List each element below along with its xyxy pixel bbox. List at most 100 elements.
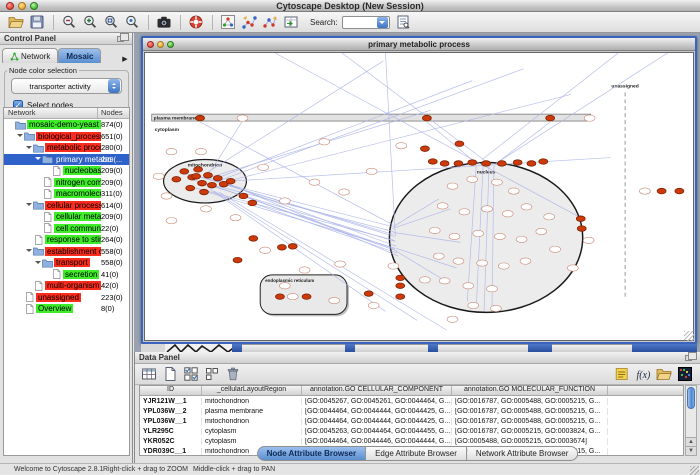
tree-row-cellular-process[interactable]: cellular process614(0) xyxy=(4,200,129,212)
float-panel-icon[interactable] xyxy=(117,36,124,42)
table-col-header[interactable]: _cellularLayoutRegion xyxy=(202,386,302,395)
group-title: Node color selection xyxy=(7,66,79,75)
destroy-network-icon[interactable] xyxy=(261,13,280,32)
network-node-unexpressed xyxy=(166,148,177,154)
tree-row-cellular-metabo[interactable]: cellular metabo209(0) xyxy=(4,211,129,223)
table-row[interactable]: YKR052Ccytoplasm[GO:0044464, GO:0044446,… xyxy=(140,436,683,446)
network-view-window[interactable]: primary metabolic process plasma membran… xyxy=(141,36,697,344)
view-window-title: primary metabolic process xyxy=(143,40,695,49)
view-resize-grip[interactable] xyxy=(684,331,694,341)
network-node-unexpressed xyxy=(335,261,346,267)
tree-row-secretion[interactable]: secretion41(0) xyxy=(4,269,129,281)
table-scrollbar[interactable]: ▲ ▼ xyxy=(685,385,697,456)
tree-expander-icon[interactable] xyxy=(34,155,42,163)
network-overview-icon[interactable] xyxy=(219,13,238,32)
network-node xyxy=(249,236,258,242)
tab-network[interactable]: Network xyxy=(2,48,58,63)
network-node xyxy=(192,174,201,180)
toolbar-separator xyxy=(212,15,213,30)
open-file-icon[interactable] xyxy=(7,13,26,32)
function-builder-icon[interactable]: f(x) xyxy=(634,365,653,384)
table-row[interactable]: YPL036W__2plasma membrane[GO:0044464, GO… xyxy=(140,406,683,416)
apply-layout-icon[interactable] xyxy=(240,13,259,32)
tree-row-nitrogen-compo[interactable]: nitrogen compo209(0) xyxy=(4,177,129,189)
scrollbar-thumb[interactable] xyxy=(687,387,695,409)
tree-row-node-count: 264(0) xyxy=(101,235,123,244)
tree-col-nodes[interactable]: Nodes xyxy=(98,108,129,118)
network-node xyxy=(302,294,311,300)
float-data-panel-icon[interactable] xyxy=(685,355,692,361)
attribute-table-header: ID_cellularLayoutRegionannotation.GO CEL… xyxy=(140,386,683,396)
tree-row-overview[interactable]: Overview8(0) xyxy=(4,303,129,315)
zoom-out-icon[interactable] xyxy=(60,13,79,32)
tree-row-primary-metabo[interactable]: primary metabo209(... xyxy=(4,154,129,166)
attribute-select-icon[interactable] xyxy=(140,365,159,384)
tree-row-biological-process[interactable]: biological_process651(0) xyxy=(4,131,129,143)
tab-node-attribute-browser[interactable]: Node Attribute Browser xyxy=(257,446,367,461)
select-all-attributes-icon[interactable] xyxy=(182,365,201,384)
tree-expander-icon[interactable] xyxy=(34,259,42,267)
tab-mosaic[interactable]: Mosaic xyxy=(58,48,101,63)
search-dropdown-icon[interactable] xyxy=(377,17,388,28)
tree-expander-icon[interactable] xyxy=(25,201,33,209)
network-node xyxy=(196,115,205,121)
zoom-selected-icon[interactable] xyxy=(123,13,142,32)
attribute-notes-icon[interactable] xyxy=(613,365,632,384)
window-titlebar: Cytoscape Desktop (New Session) xyxy=(0,0,700,12)
tree-expander-icon[interactable] xyxy=(16,132,24,140)
table-col-header[interactable]: annotation.GO CELLULAR_COMPONENT xyxy=(302,386,452,395)
tree-row-establishment-of-lo[interactable]: establishment of lo558(0) xyxy=(4,246,129,258)
save-session-icon[interactable] xyxy=(28,13,47,32)
node-color-dropdown[interactable]: transporter activity xyxy=(11,78,122,94)
network-node xyxy=(422,115,431,121)
view-window-titlebar[interactable]: primary metabolic process xyxy=(143,38,695,51)
tab-overflow-arrow[interactable]: ▶ xyxy=(119,55,131,63)
table-row[interactable]: YPL036W__1mitochondrion[GO:0044464, GO:0… xyxy=(140,416,683,426)
network-edge xyxy=(499,122,550,161)
search-options-icon[interactable] xyxy=(394,13,413,32)
snapshot-camera-icon[interactable] xyxy=(155,13,174,32)
tree-row-nucleobase-[interactable]: nucleobase-209(0) xyxy=(4,165,129,177)
tree-row-metabolic-process[interactable]: metabolic process280(0) xyxy=(4,142,129,154)
matrix-view-icon[interactable] xyxy=(676,365,695,384)
tree-row-transport[interactable]: transport558(0) xyxy=(4,257,129,269)
table-row[interactable]: YJR121W__1mitochondrion[GO:0045267, GO:0… xyxy=(140,396,683,406)
help-lifering-icon[interactable] xyxy=(187,13,206,32)
network-node-unexpressed xyxy=(279,283,290,289)
delete-attribute-icon[interactable] xyxy=(224,365,243,384)
tree-row-response-to-stimulu[interactable]: response to stimulu264(0) xyxy=(4,234,129,246)
table-row[interactable]: YLR295Ccytoplasm[GO:0045263, GO:0044464,… xyxy=(140,426,683,436)
zoom-fit-icon[interactable] xyxy=(102,13,121,32)
table-col-header[interactable]: annotation.GO MOLECULAR_FUNCTION xyxy=(452,386,608,395)
scroll-up-arrow[interactable]: ▲ xyxy=(686,437,696,446)
network-node xyxy=(497,161,506,167)
tab-edge-attribute-browser[interactable]: Edge Attribute Browser xyxy=(366,446,467,461)
tree-expander-icon[interactable] xyxy=(25,144,33,152)
table-cell: [GO:0044464, GO:0044446, GO:0044444, G..… xyxy=(302,438,452,445)
network-canvas[interactable]: plasma membranecytoplasmmitochondrionnuc… xyxy=(144,52,694,341)
tree-col-network[interactable]: Network xyxy=(4,108,98,118)
tree-expander-spacer xyxy=(34,213,42,221)
tree-row-node-count: 614(0) xyxy=(101,201,123,210)
import-attributes-icon[interactable] xyxy=(655,365,674,384)
table-cell: [GO:0044464, GO:0044444, GO:0044425, G..… xyxy=(302,408,452,415)
new-attribute-icon[interactable] xyxy=(161,365,180,384)
table-cell: [GO:0016787, GO:0005488, GO:0005215, G..… xyxy=(452,398,608,405)
network-node-unexpressed xyxy=(437,203,448,209)
tree-row-cell-communicat[interactable]: cell communicat22(0) xyxy=(4,223,129,235)
scroll-down-arrow[interactable]: ▼ xyxy=(686,446,696,455)
import-network-icon[interactable] xyxy=(282,13,301,32)
tree-expander-icon[interactable] xyxy=(25,247,33,255)
file-icon xyxy=(51,269,63,279)
tree-row-mosaic-demo-yeast[interactable]: mosaic-demo-yeast874(0) xyxy=(4,119,129,131)
tree-row-macromolecule[interactable]: macromolecule311(0) xyxy=(4,188,129,200)
network-node xyxy=(198,180,207,186)
table-col-header[interactable]: ID xyxy=(140,386,202,395)
tab-network-attribute-browser[interactable]: Network Attribute Browser xyxy=(467,446,578,461)
tree-row-multi-organism-pro[interactable]: multi-organism pro42(0) xyxy=(4,280,129,292)
file-icon xyxy=(42,223,54,233)
tree-row-unassigned[interactable]: unassigned223(0) xyxy=(4,292,129,304)
search-input[interactable] xyxy=(342,16,390,29)
unselect-all-attributes-icon[interactable] xyxy=(203,365,222,384)
zoom-in-icon[interactable] xyxy=(81,13,100,32)
